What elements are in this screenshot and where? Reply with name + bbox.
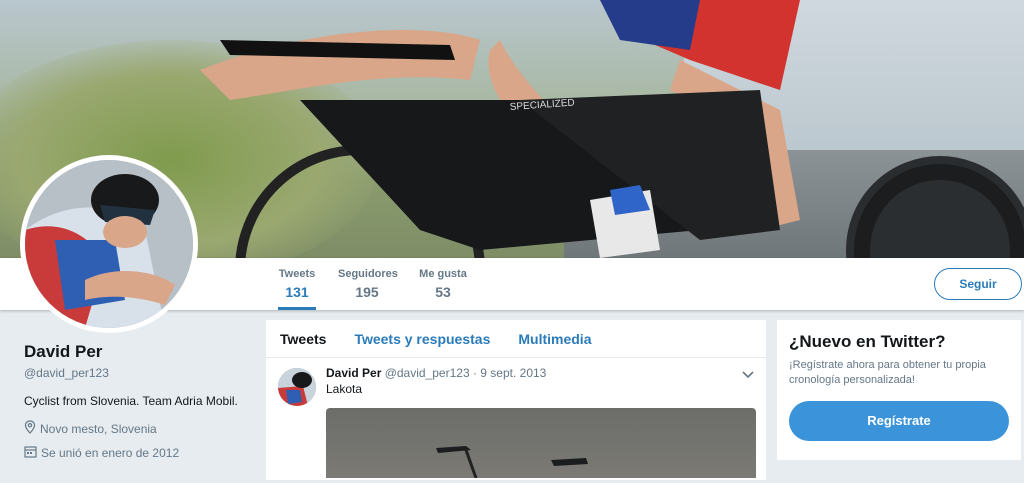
chevron-down-icon[interactable]	[742, 368, 754, 382]
stat-followers[interactable]: Seguidores 195	[338, 268, 398, 300]
signup-button[interactable]: Regístrate	[789, 400, 1009, 441]
joined-text: Se unió en enero de 2012	[41, 446, 180, 460]
tweet-author-handle[interactable]: @david_per123	[385, 366, 470, 380]
avatar[interactable]	[25, 160, 193, 328]
avatar-cyclist-image	[25, 160, 193, 328]
timeline: Tweets Tweets y respuestas Multimedia Da…	[266, 320, 766, 480]
tweet-header: David Per @david_per123 · 9 sept. 2013	[326, 366, 754, 380]
stat-likes[interactable]: Me gusta 53	[418, 268, 468, 300]
tweet-text: Lakota	[326, 382, 363, 396]
signup-text: ¡Regístrate ahora para obtener tu propia…	[789, 359, 986, 387]
tweet-media-image[interactable]	[326, 408, 756, 479]
tweet-author-name[interactable]: David Per	[326, 366, 381, 380]
location-text: Novo mesto, Slovenia	[40, 421, 157, 436]
stat-tweets[interactable]: Tweets 131	[278, 268, 316, 310]
tweet-avatar[interactable]	[278, 368, 316, 406]
tab-media[interactable]: Multimedia	[518, 331, 591, 347]
stat-tweets-value: 131	[285, 284, 309, 300]
profile-avatar-frame	[20, 155, 198, 333]
timeline-tabs: Tweets Tweets y respuestas Multimedia	[266, 320, 766, 358]
location-pin-icon	[24, 420, 36, 437]
stat-tweets-label: Tweets	[278, 268, 316, 280]
tweet-item[interactable]: David Per @david_per123 · 9 sept. 2013 L…	[266, 358, 766, 406]
profile-location: Novo mesto, Slovenia	[24, 420, 254, 437]
signup-title: ¿Nuevo en Twitter?	[789, 332, 946, 351]
profile-name[interactable]: David Per	[24, 342, 254, 362]
tab-tweets[interactable]: Tweets	[280, 331, 326, 347]
profile-handle[interactable]: @david_per123	[24, 366, 254, 380]
stat-followers-value: 195	[355, 284, 379, 300]
tab-tweets-replies[interactable]: Tweets y respuestas	[354, 331, 490, 347]
stat-followers-label: Seguidores	[338, 268, 398, 280]
follow-button[interactable]: Seguir	[934, 268, 1022, 300]
stat-likes-label: Me gusta	[419, 268, 467, 280]
profile-joined: Se unió en enero de 2012	[24, 445, 254, 461]
profile-info: David Per @david_per123 Cyclist from Slo…	[24, 342, 254, 461]
profile-bio: Cyclist from Slovenia. Team Adria Mobil.	[24, 394, 238, 408]
calendar-icon	[24, 445, 37, 461]
stat-likes-value: 53	[435, 284, 451, 300]
signup-module: ¿Nuevo en Twitter? ¡Regístrate ahora par…	[777, 320, 1021, 460]
tweet-date[interactable]: · 9 sept. 2013	[473, 366, 546, 380]
